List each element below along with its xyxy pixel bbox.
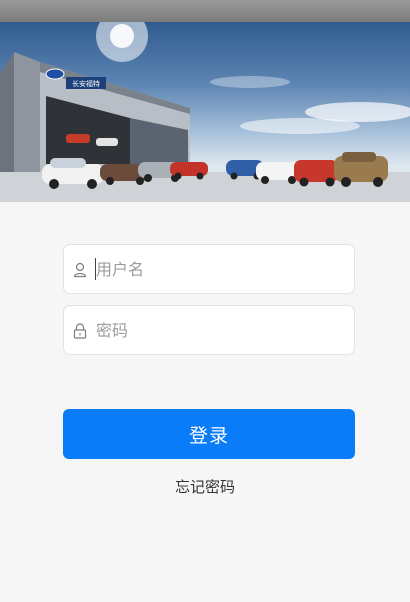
password-input[interactable] (96, 306, 346, 354)
lock-icon (73, 323, 87, 339)
username-field[interactable] (63, 244, 355, 294)
username-input[interactable] (96, 245, 346, 293)
user-icon (73, 262, 87, 278)
forgot-password-link[interactable]: 忘记密码 (0, 476, 410, 497)
dealership-photo: 长安福特 (0, 22, 410, 202)
password-field[interactable] (63, 305, 355, 355)
text-cursor (95, 258, 96, 280)
status-bar (0, 0, 410, 22)
login-button[interactable]: 登录 (63, 409, 355, 459)
banner-image: 长安福特 (0, 22, 410, 202)
dealer-sign-text: 长安福特 (72, 79, 100, 88)
